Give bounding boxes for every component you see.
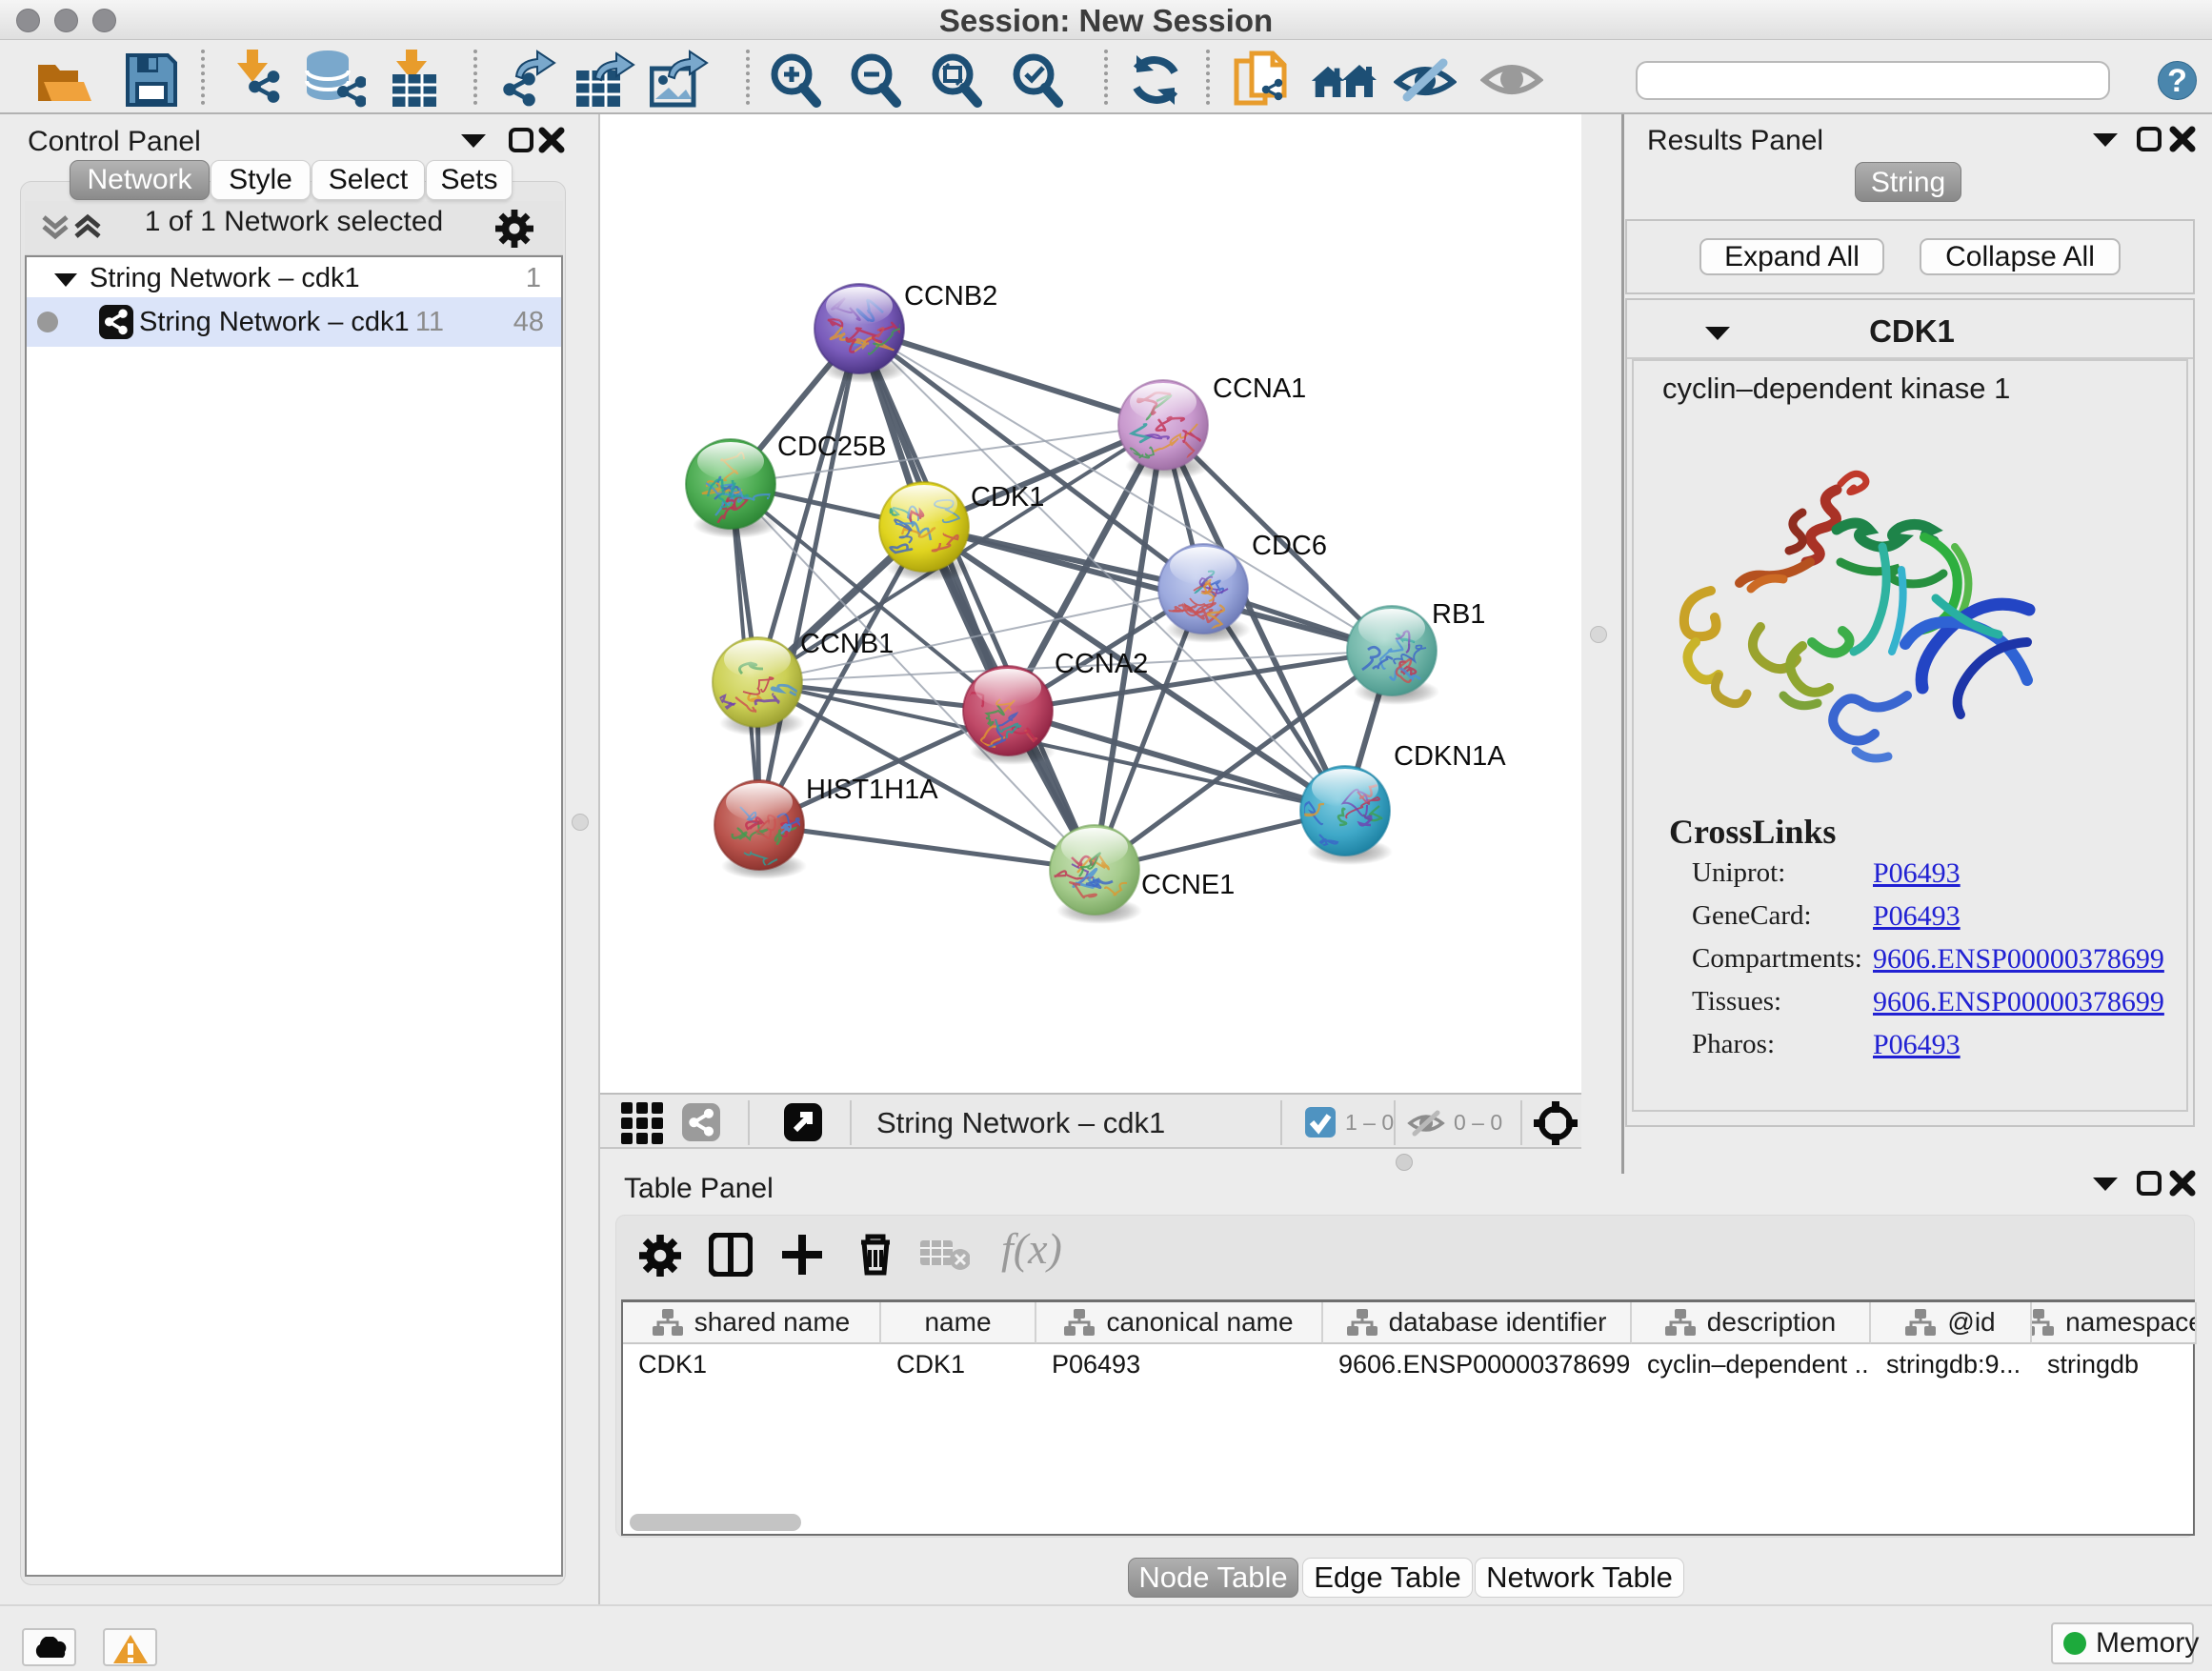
svg-text:CCNA1: CCNA1 bbox=[1213, 373, 1306, 404]
svg-text:CDKN1A: CDKN1A bbox=[1394, 741, 1506, 772]
svg-text:RB1: RB1 bbox=[1432, 599, 1485, 630]
svg-text:CDC6: CDC6 bbox=[1252, 531, 1327, 561]
svg-text:CCNA2: CCNA2 bbox=[1055, 649, 1148, 679]
svg-text:CCNB2: CCNB2 bbox=[904, 281, 997, 312]
svg-text:CCNB1: CCNB1 bbox=[800, 629, 894, 659]
svg-text:CDK1: CDK1 bbox=[971, 482, 1044, 513]
svg-text:HIST1H1A: HIST1H1A bbox=[806, 775, 938, 805]
svg-text:CDC25B: CDC25B bbox=[777, 432, 886, 462]
svg-text:CCNE1: CCNE1 bbox=[1141, 870, 1235, 900]
